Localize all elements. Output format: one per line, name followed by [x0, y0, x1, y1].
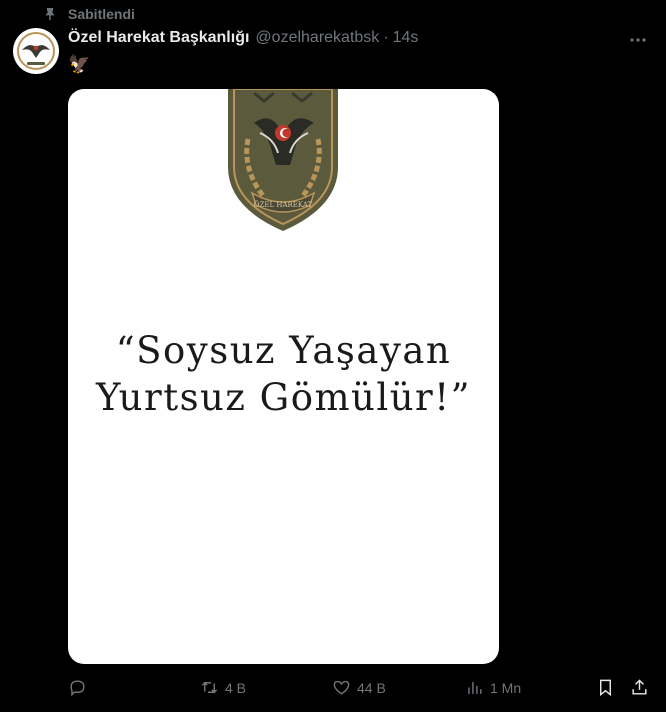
like-count: 44 B — [357, 679, 386, 696]
emblem-text: ÖZEL HAREKAT — [254, 200, 313, 209]
like-button[interactable]: 44 B — [332, 678, 386, 697]
bookmark-icon — [600, 679, 611, 697]
tweet-time[interactable]: 14s — [393, 29, 419, 47]
tweet-header: Özel Harekat Başkanlığı @ozelharekatbsk … — [68, 29, 418, 47]
quote-line-1: “Soysuz Yaşayan — [115, 329, 452, 372]
reply-button[interactable] — [68, 678, 93, 697]
author-name[interactable]: Özel Harekat Başkanlığı — [68, 29, 249, 47]
quote-text: “Soysuz Yaşayan Yurtsuz Gömülür!” — [68, 327, 499, 421]
separator-dot: · — [383, 29, 389, 46]
retweet-icon — [201, 681, 218, 694]
tweet-actions-bar: 4 B 44 B 1 Mn — [68, 678, 654, 702]
pinned-tweet[interactable]: Sabitlendi Özel Harekat Başkanlığı @ozel… — [0, 0, 666, 712]
author-handle[interactable]: @ozelharekatbsk — [255, 29, 379, 47]
special-forces-emblem: ÖZEL HAREKAT — [228, 89, 338, 231]
bookmark-button[interactable] — [596, 678, 615, 697]
share-icon — [632, 679, 647, 695]
pinned-label: Sabitlendi — [68, 6, 135, 22]
heart-icon — [333, 680, 350, 695]
reply-icon — [70, 680, 85, 697]
views-button[interactable]: 1 Mn — [465, 678, 521, 697]
eagle-emblem-avatar — [14, 29, 58, 73]
views-icon — [468, 681, 482, 694]
tweet-media-image[interactable]: ÖZEL HAREKAT “Soysuz Yaşayan Yurtsuz Göm… — [68, 89, 499, 664]
pinned-indicator: Sabitlendi — [42, 6, 135, 22]
tweet-text: 🦅 — [68, 54, 91, 74]
quote-line-2: Yurtsuz Gömülür!” — [95, 376, 472, 419]
views-count: 1 Mn — [490, 679, 522, 696]
retweet-button[interactable]: 4 B — [200, 678, 246, 697]
more-options-icon[interactable] — [628, 30, 648, 50]
retweet-count: 4 B — [225, 679, 247, 696]
share-button[interactable] — [630, 678, 649, 697]
avatar[interactable] — [13, 28, 59, 74]
pin-icon — [45, 8, 55, 21]
